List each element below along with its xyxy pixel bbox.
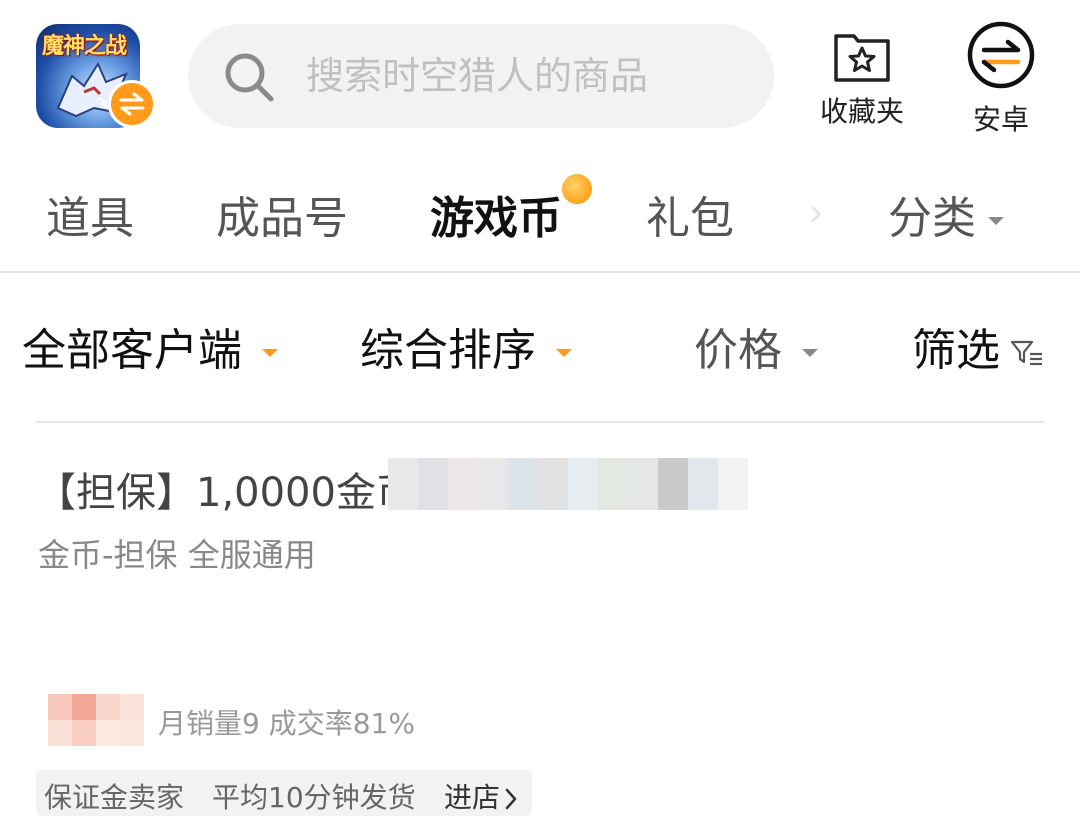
sales-info: 月销量9 成交率81% <box>158 707 415 740</box>
seller-info-bar: 保证金卖家 平均10分钟发货 进店 <box>36 770 532 816</box>
category-tabs: 道具 成品号 游戏币 礼包 › 分类 <box>0 160 1080 260</box>
divider <box>36 421 1044 423</box>
listing-title: 【担保】1,0000金币 <box>36 470 416 516</box>
sort-filter-label: 综合排序 <box>360 325 536 376</box>
delivery-time-tag: 平均10分钟发货 <box>212 781 416 814</box>
tab-overflow-fade: › <box>808 190 838 236</box>
chevron-down-icon <box>556 349 572 357</box>
client-filter-label: 全部客户端 <box>22 325 242 376</box>
platform-switch-button[interactable]: 安卓 <box>956 20 1046 136</box>
enter-store-label: 进店 <box>444 781 501 814</box>
screen-filter[interactable]: 筛选 <box>912 314 1044 378</box>
category-dropdown[interactable]: 分类 <box>888 182 1004 246</box>
enter-store-link[interactable]: 进店 <box>444 776 518 816</box>
category-label: 分类 <box>888 193 976 244</box>
swap-badge-icon[interactable] <box>108 80 156 128</box>
favorites-button[interactable]: 收藏夹 <box>812 22 912 132</box>
listing-subtitle: 金币-担保 全服通用 <box>38 536 316 574</box>
chevron-down-icon <box>262 349 278 357</box>
filter-icon <box>1010 340 1042 366</box>
game-logo-text: 魔神之战 <box>42 34 127 59</box>
platform-label: 安卓 <box>972 103 1029 136</box>
chevron-down-icon <box>802 349 818 357</box>
divider <box>0 271 1080 273</box>
blurred-title-region <box>388 458 748 510</box>
favorites-label: 收藏夹 <box>819 95 904 128</box>
new-dot-badge <box>562 174 592 204</box>
deposit-seller-tag: 保证金卖家 <box>44 781 185 814</box>
tab-game-currency[interactable]: 游戏币 <box>430 182 562 246</box>
price-filter-label: 价格 <box>694 325 782 376</box>
swap-circle-icon <box>967 21 1035 89</box>
search-input[interactable] <box>306 46 746 106</box>
screen-filter-label: 筛选 <box>912 325 1000 376</box>
search-bar[interactable] <box>188 24 774 128</box>
product-listing-card[interactable]: 【担保】1,0000金币 金币-担保 全服通用 月销量9 成交率81% 保证金卖… <box>0 440 1080 826</box>
client-filter[interactable]: 全部客户端 <box>22 314 278 378</box>
chevron-right-icon <box>505 788 517 810</box>
chevron-down-icon <box>988 217 1004 225</box>
tab-accounts[interactable]: 成品号 <box>216 182 348 246</box>
sort-filter[interactable]: 综合排序 <box>360 314 572 378</box>
price-filter[interactable]: 价格 <box>694 314 818 378</box>
seller-avatar <box>48 694 144 746</box>
tab-gift-packs[interactable]: 礼包 <box>646 182 734 246</box>
header: 魔神之战 收藏夹 安卓 <box>0 0 1080 150</box>
tab-items[interactable]: 道具 <box>46 182 134 246</box>
star-folder-icon <box>834 34 890 82</box>
search-icon <box>225 53 274 102</box>
filter-bar: 全部客户端 综合排序 价格 筛选 <box>0 300 1080 390</box>
